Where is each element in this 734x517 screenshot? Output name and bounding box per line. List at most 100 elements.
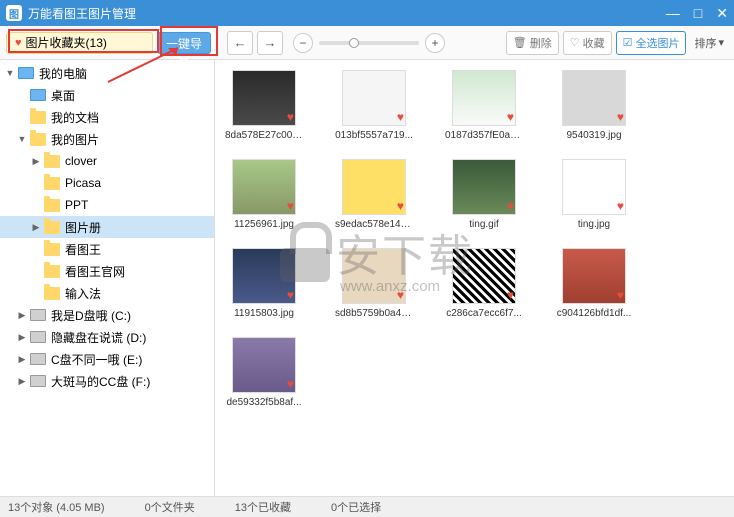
zoom-controls: − +	[293, 33, 445, 53]
heart-badge-icon: ♥	[507, 199, 514, 213]
minimize-button[interactable]: —	[666, 5, 680, 22]
thumbnail-image[interactable]: ♥	[562, 70, 626, 126]
thumbnail-item-5[interactable]: ♥ s9edac578e144...	[335, 159, 413, 230]
thumbnail-label: s9edac578e144...	[335, 219, 413, 230]
thumbnail-image[interactable]: ♥	[232, 337, 296, 393]
thumbnail-item-3[interactable]: ♥9540319.jpg	[555, 70, 633, 141]
tree-arrow-icon[interactable]: ▶	[30, 222, 42, 233]
back-button[interactable]: ←	[227, 31, 253, 55]
drive-icon	[30, 331, 46, 343]
thumbnail-label: 11915803.jpg	[225, 308, 303, 319]
tree-item-0[interactable]: ▼我的电脑	[0, 62, 214, 84]
folder-icon	[44, 265, 60, 278]
heart-badge-icon: ♥	[617, 199, 624, 213]
tree-arrow-icon[interactable]: ▼	[4, 68, 16, 78]
tree-item-label: clover	[65, 154, 97, 168]
tree-item-8[interactable]: 看图王	[0, 238, 214, 260]
thumbnail-item-9[interactable]: ♥ sd8b5759b0a46...	[335, 248, 413, 319]
tree-item-9[interactable]: 看图王官网	[0, 260, 214, 282]
folder-icon	[44, 155, 60, 168]
maximize-button[interactable]: □	[694, 5, 702, 22]
tree-item-13[interactable]: ▶C盘不同一哦 (E:)	[0, 348, 214, 370]
tree-item-label: 输入法	[65, 285, 101, 302]
thumbnail-image[interactable]: ♥	[452, 159, 516, 215]
window-controls: — □ ✕	[666, 5, 728, 22]
tree-arrow-icon[interactable]: ▶	[16, 332, 28, 343]
tree-item-1[interactable]: 桌面	[0, 84, 214, 106]
thumbnail-item-1[interactable]: ♥013bf5557a719...	[335, 70, 413, 141]
heart-badge-icon: ♥	[617, 288, 624, 302]
favorite-button[interactable]: ♡收藏	[563, 31, 612, 55]
status-count: 13个对象 (4.05 MB)	[8, 499, 105, 515]
slider-handle[interactable]	[349, 38, 359, 48]
thumbnail-grid: ♥8da578E27c00b... ♥013bf5557a719... ♥0187d…	[215, 60, 734, 496]
content-area: ▼我的电脑桌面我的文档▼我的图片 ▶ clover Picasa PPT ▶图片册看图王看…	[0, 60, 734, 496]
tree-item-label: 桌面	[51, 87, 75, 104]
app-icon: 图	[6, 5, 22, 21]
tree-item-10[interactable]: 输入法	[0, 282, 214, 304]
thumbnail-label: sd8b5759b0a46...	[335, 308, 413, 319]
tree-item-6[interactable]: PPT	[0, 194, 214, 216]
heart-badge-icon: ♥	[287, 377, 294, 391]
thumbnail-item-6[interactable]: ♥ ting.gif	[445, 159, 523, 230]
tree-item-7[interactable]: ▶图片册	[0, 216, 214, 238]
thumbnail-image[interactable]: ♥	[452, 70, 516, 126]
tree-item-12[interactable]: ▶隐藏盘在说谎 (D:)	[0, 326, 214, 348]
thumbnail-item-2[interactable]: ♥0187d357fE0ad...	[445, 70, 523, 141]
tree-item-4[interactable]: ▶ clover	[0, 150, 214, 172]
status-selected: 0个已选择	[331, 499, 381, 515]
delete-button[interactable]: 🗑删除	[506, 31, 559, 55]
tree-arrow-icon[interactable]: ▶	[16, 376, 28, 387]
thumbnail-item-4[interactable]: ♥11256961.jpg	[225, 159, 303, 230]
thumbnail-label: ting.gif	[445, 219, 523, 230]
thumbnail-image[interactable]: ♥	[232, 159, 296, 215]
folder-icon	[30, 133, 46, 146]
tree-arrow-icon[interactable]: ▶	[30, 156, 42, 167]
forward-button[interactable]: →	[257, 31, 283, 55]
tree-item-11[interactable]: ▶我是D盘哦 (C:)	[0, 304, 214, 326]
thumbnail-image[interactable]: ♥	[232, 248, 296, 304]
tree-arrow-icon[interactable]: ▶	[16, 310, 28, 321]
thumbnail-image[interactable]: ♥	[342, 248, 406, 304]
sort-button[interactable]: 排序▾	[690, 33, 728, 53]
thumbnail-item-7[interactable]: ♥ting.jpg	[555, 159, 633, 230]
thumbnail-item-8[interactable]: ♥ 11915803.jpg	[225, 248, 303, 319]
thumbnail-image[interactable]: ♥	[562, 159, 626, 215]
thumbnail-image[interactable]: ♥	[232, 70, 296, 126]
heart-badge-icon: ♥	[287, 288, 294, 302]
tree-arrow-icon[interactable]: ▼	[16, 134, 28, 144]
titlebar: 图 万能看图王图片管理 — □ ✕	[0, 0, 734, 26]
tree-item-2[interactable]: 我的文档	[0, 106, 214, 128]
tree-item-14[interactable]: ▶大斑马的CC盘 (F:)	[0, 370, 214, 392]
tree-arrow-icon[interactable]: ▶	[16, 354, 28, 365]
export-button[interactable]: 一键导出	[157, 32, 211, 54]
thumbnail-image[interactable]: ♥	[562, 248, 626, 304]
thumbnail-item-0[interactable]: ♥8da578E27c00b...	[225, 70, 303, 141]
select-all-button[interactable]: ☑全选图片	[616, 31, 687, 55]
zoom-out-button[interactable]: −	[293, 33, 313, 53]
folder-icon	[30, 111, 46, 124]
status-folders: 0个文件夹	[145, 499, 195, 515]
tree-item-label: PPT	[65, 198, 88, 212]
monitor-icon	[30, 89, 46, 101]
close-button[interactable]: ✕	[716, 5, 728, 22]
favorites-label: 图片收藏夹(13)	[26, 34, 107, 51]
thumbnail-image[interactable]: ♥	[452, 248, 516, 304]
thumbnail-item-10[interactable]: ♥c286ca7ecc6f7...	[445, 248, 523, 319]
folder-icon	[44, 199, 60, 212]
zoom-in-button[interactable]: +	[425, 33, 445, 53]
heart-icon: ♥	[15, 37, 22, 49]
tree-item-3[interactable]: ▼我的图片	[0, 128, 214, 150]
zoom-slider[interactable]	[319, 41, 419, 45]
favorites-pill[interactable]: ♥ 图片收藏夹(13)	[6, 32, 153, 54]
thumbnail-item-11[interactable]: ♥ c904126bfd1df...	[555, 248, 633, 319]
tree-item-5[interactable]: Picasa	[0, 172, 214, 194]
thumbnail-image[interactable]: ♥	[342, 159, 406, 215]
chevron-down-icon: ▾	[718, 36, 724, 49]
thumbnail-item-12[interactable]: ♥de59332f5b8af...	[225, 337, 303, 408]
thumbnail-image[interactable]: ♥	[342, 70, 406, 126]
heart-badge-icon: ♥	[397, 110, 404, 124]
thumbnail-label: c904126bfd1df...	[555, 308, 633, 319]
drive-icon	[30, 353, 46, 365]
heart-badge-icon: ♥	[507, 110, 514, 124]
